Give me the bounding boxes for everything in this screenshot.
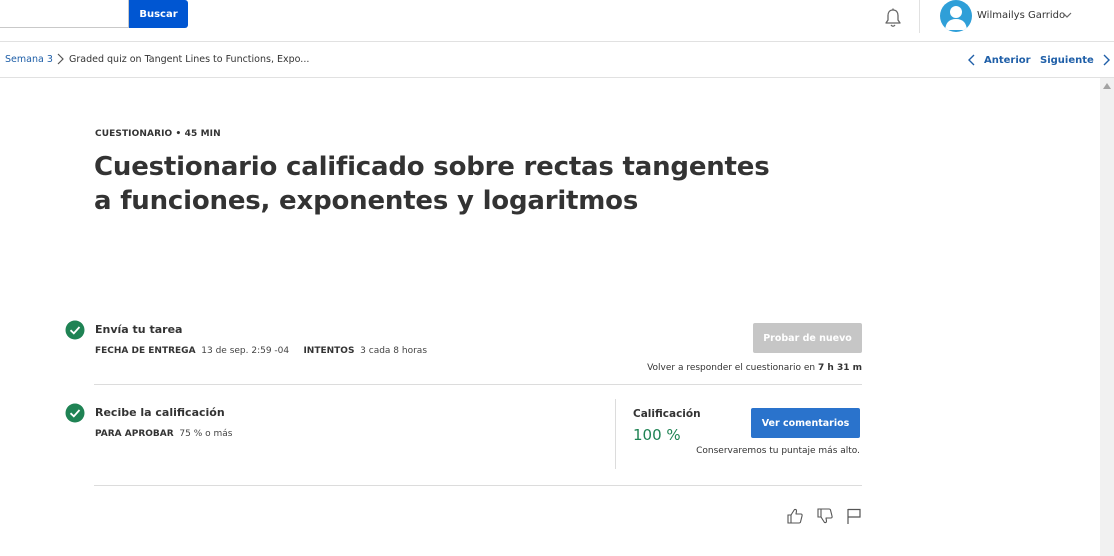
assignment-duration: 45 MIN — [184, 129, 221, 139]
highest-score-note: Conservaremos tu puntaje más alto. — [696, 446, 860, 456]
grade-value: 100 % — [633, 426, 681, 444]
search-button[interactable]: Buscar — [129, 0, 188, 28]
next-button[interactable]: Siguiente — [1040, 52, 1110, 68]
chevron-down-icon[interactable] — [1062, 11, 1072, 19]
assignment-type: CUESTIONARIO — [95, 129, 173, 139]
breadcrumb: Semana 3 Graded quiz on Tangent Lines to… — [0, 42, 1114, 78]
due-date-label: FECHA DE ENTREGA — [95, 346, 196, 356]
assignment-meta: CUESTIONARIO • 45 MIN — [95, 129, 221, 139]
submit-step-details: FECHA DE ENTREGA 13 de sep. 2:59 -04 INT… — [95, 346, 427, 356]
previous-label: Anterior — [984, 54, 1031, 66]
next-label: Siguiente — [1040, 54, 1094, 66]
header-divider — [919, 0, 920, 33]
meta-bullet: • — [175, 129, 182, 139]
attempts-value: 3 cada 8 horas — [360, 346, 428, 356]
retry-button[interactable]: Probar de nuevo — [753, 323, 862, 353]
page-title: Cuestionario calificado sobre rectas tan… — [94, 152, 770, 216]
chevron-right-icon — [1103, 54, 1110, 66]
grade-step-title: Recibe la calificación — [95, 406, 225, 419]
top-bar: Buscar Wilmailys Garrido — [0, 0, 1114, 42]
grade-label: Calificación — [633, 408, 701, 420]
retry-countdown: Volver a responder el cuestionario en 7 … — [647, 363, 862, 373]
check-circle-icon — [65, 320, 85, 340]
previous-button[interactable]: Anterior — [968, 52, 1031, 68]
grade-step-details: PARA APROBAR 75 % o más — [95, 429, 232, 439]
pass-value: 75 % o más — [179, 429, 233, 439]
user-name[interactable]: Wilmailys Garrido — [977, 10, 1065, 21]
like-icon[interactable] — [786, 507, 804, 525]
retry-note-text: Volver a responder el cuestionario en — [647, 363, 816, 373]
dislike-icon[interactable] — [816, 507, 834, 525]
flag-icon[interactable] — [845, 507, 863, 525]
grade-divider — [615, 399, 616, 469]
chevron-right-icon — [57, 53, 64, 65]
retry-note-time: 7 h 31 m — [818, 363, 862, 373]
view-feedback-button[interactable]: Ver comentarios — [751, 408, 860, 438]
breadcrumb-link-week[interactable]: Semana 3 — [5, 54, 53, 65]
bell-icon[interactable] — [882, 7, 904, 29]
section-divider — [94, 384, 862, 385]
pass-label: PARA APROBAR — [95, 429, 174, 439]
chevron-left-icon — [968, 54, 975, 66]
scroll-up-icon[interactable] — [1103, 83, 1111, 89]
attempts-label: INTENTOS — [303, 346, 355, 356]
check-circle-icon — [65, 403, 85, 423]
breadcrumb-current: Graded quiz on Tangent Lines to Function… — [69, 54, 310, 65]
due-date-value: 13 de sep. 2:59 -04 — [201, 346, 290, 356]
submit-step-title: Envía tu tarea — [95, 323, 183, 336]
search-input[interactable] — [0, 0, 129, 28]
user-avatar-icon — [940, 0, 972, 32]
section-divider — [94, 485, 862, 486]
scrollbar[interactable] — [1100, 78, 1114, 556]
